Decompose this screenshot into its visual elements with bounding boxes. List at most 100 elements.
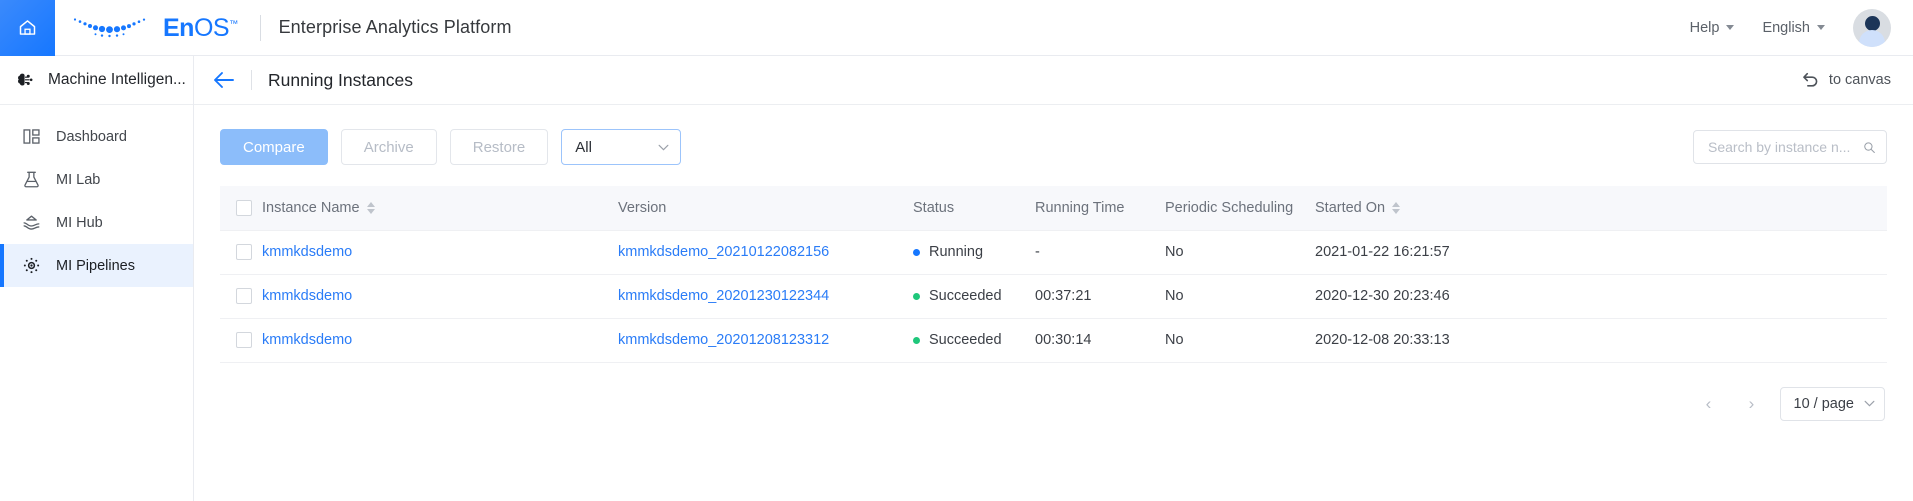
column-header-running-time: Running Time: [1035, 186, 1165, 230]
dashboard-icon: [23, 129, 40, 144]
cell-instance-name: kmmkdsdemo: [262, 229, 618, 275]
back-arrow-icon: [214, 72, 234, 88]
sidebar-header-label: Machine Intelligen...: [48, 71, 186, 88]
cell-started-on: 2020-12-30 20:23:46: [1315, 274, 1887, 319]
version-link[interactable]: kmmkdsdemo_20201208123312: [618, 332, 829, 348]
cell-status: Succeeded: [913, 318, 1035, 363]
enos-wordmark: EnOS™: [163, 16, 238, 41]
instance-name-link[interactable]: kmmkdsdemo: [262, 332, 352, 348]
pagination: ‹ › 10 / page: [220, 386, 1887, 421]
column-header-instance-name[interactable]: Instance Name: [262, 186, 618, 230]
cell-periodic-scheduling: No: [1165, 318, 1315, 363]
chevron-down-icon: [1817, 25, 1825, 30]
home-button[interactable]: [0, 0, 55, 56]
cell-running-time: -: [1035, 229, 1165, 275]
platform-title: Enterprise Analytics Platform: [278, 17, 512, 37]
status-label: Running: [929, 244, 984, 260]
chevron-down-icon: [1726, 25, 1735, 30]
instance-name-link[interactable]: kmmkdsdemo: [262, 288, 352, 304]
column-label: Status: [913, 199, 955, 216]
cell-version: kmmkdsdemo_20210122082156: [618, 229, 913, 275]
status-label: Succeeded: [929, 332, 1002, 348]
page-size-select[interactable]: 10 / page: [1779, 386, 1885, 421]
column-header-started-on[interactable]: Started On: [1315, 186, 1887, 230]
cell-periodic-scheduling: No: [1165, 229, 1315, 275]
brand-logo[interactable]: EnOS™: [71, 15, 238, 41]
language-menu[interactable]: English: [1762, 20, 1825, 36]
sidebar-item-dashboard[interactable]: Dashboard: [0, 115, 193, 158]
version-link[interactable]: kmmkdsdemo_20201230122344: [618, 288, 829, 304]
to-canvas-label: to canvas: [1828, 72, 1891, 88]
row-checkbox[interactable]: [236, 244, 252, 260]
app-shell: Machine Intelligen... Dashboard MI Lab M…: [0, 56, 1913, 501]
logo-trademark: ™: [229, 18, 238, 29]
help-menu[interactable]: Help: [1690, 20, 1735, 36]
main-content: Running Instances to canvas Compare Arch…: [194, 56, 1913, 501]
chevron-down-icon: [658, 144, 669, 150]
table-body: kmmkdsdemo kmmkdsdemo_20210122082156 Run…: [220, 229, 1887, 363]
avatar[interactable]: [1853, 8, 1891, 47]
cell-status: Running: [913, 229, 1035, 275]
cell-running-time: 00:37:21: [1035, 274, 1165, 319]
row-select-cell: [220, 318, 262, 363]
column-label: Version: [618, 199, 667, 216]
back-button[interactable]: [213, 71, 235, 89]
table-row: kmmkdsdemo kmmkdsdemo_20201208123312 Suc…: [220, 318, 1887, 363]
flask-icon: [24, 171, 39, 188]
sidebar-item-label: MI Pipelines: [56, 257, 135, 274]
cell-instance-name: kmmkdsdemo: [262, 318, 618, 363]
pipelines-icon: [23, 257, 40, 274]
select-all-checkbox[interactable]: [236, 199, 252, 216]
help-label: Help: [1689, 19, 1720, 36]
restore-button[interactable]: Restore: [449, 129, 549, 165]
select-all-cell: [220, 186, 262, 230]
status-filter-select[interactable]: All: [561, 129, 682, 165]
sort-instance-name-icon[interactable]: [366, 201, 375, 214]
search-box[interactable]: [1693, 130, 1887, 164]
sidebar-item-mi-hub[interactable]: MI Hub: [0, 201, 193, 244]
home-icon: [19, 20, 36, 35]
instances-table: Instance Name Version Status Running Tim…: [220, 186, 1887, 363]
sidebar-item-label: Dashboard: [56, 128, 127, 145]
cell-running-time: 00:30:14: [1035, 318, 1165, 363]
sidebar-items: Dashboard MI Lab MI Hub MI Pipelines: [0, 105, 193, 287]
top-bar: EnOS™ Enterprise Analytics Platform Help…: [0, 0, 1913, 56]
page-size-label: 10 / page: [1793, 395, 1854, 412]
undo-icon: [1803, 72, 1818, 87]
column-header-periodic-scheduling: Periodic Scheduling: [1165, 186, 1315, 230]
compare-button[interactable]: Compare: [220, 129, 328, 165]
sidebar-item-mi-lab[interactable]: MI Lab: [0, 158, 193, 201]
search-input[interactable]: [1706, 138, 1864, 156]
cell-periodic-scheduling: No: [1165, 274, 1315, 319]
page-header: Running Instances to canvas: [194, 56, 1913, 105]
cell-status: Succeeded: [913, 274, 1035, 319]
prev-page-button[interactable]: ‹: [1694, 389, 1724, 419]
machine-intelligence-icon: [18, 73, 33, 85]
top-bar-right: Help English: [1690, 8, 1913, 47]
version-link[interactable]: kmmkdsdemo_20210122082156: [618, 244, 829, 260]
column-header-status: Status: [913, 186, 1035, 230]
sort-started-on-icon[interactable]: [1392, 201, 1401, 214]
instance-name-link[interactable]: kmmkdsdemo: [262, 244, 352, 260]
sidebar-item-mi-pipelines[interactable]: MI Pipelines: [0, 244, 193, 287]
row-select-cell: [220, 229, 262, 275]
to-canvas-button[interactable]: to canvas: [1801, 71, 1891, 89]
column-label: Started On: [1315, 199, 1386, 216]
archive-button[interactable]: Archive: [340, 129, 437, 165]
header-divider: [259, 14, 261, 41]
cell-started-on: 2020-12-08 20:33:13: [1315, 318, 1887, 363]
chevron-down-icon: [1864, 400, 1875, 407]
column-label: Instance Name: [262, 199, 360, 216]
search-icon[interactable]: [1863, 140, 1876, 155]
row-checkbox[interactable]: [236, 332, 252, 348]
cell-version: kmmkdsdemo_20201208123312: [618, 318, 913, 363]
sidebar-item-label: MI Hub: [56, 214, 103, 231]
sidebar-header[interactable]: Machine Intelligen...: [0, 56, 193, 105]
language-label: English: [1762, 19, 1810, 36]
row-checkbox[interactable]: [236, 288, 252, 304]
enos-swoosh-icon: [73, 17, 146, 37]
logo-text-en: En: [163, 14, 194, 42]
table-head: Instance Name Version Status Running Tim…: [220, 186, 1887, 230]
status-dot-icon: [913, 248, 920, 256]
next-page-button[interactable]: ›: [1737, 389, 1767, 419]
